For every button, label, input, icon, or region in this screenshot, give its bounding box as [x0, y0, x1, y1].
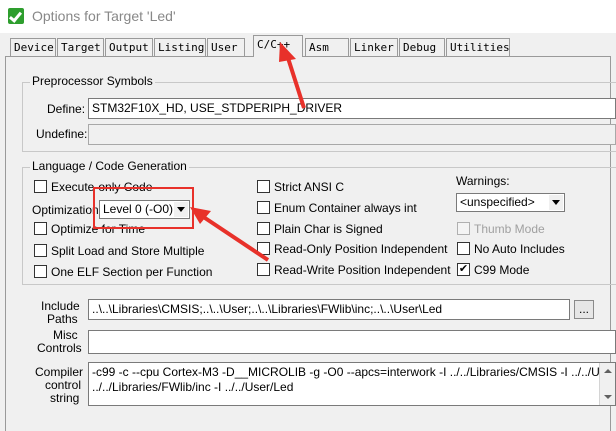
- one-elf-checkbox[interactable]: [34, 265, 47, 278]
- scrollbar[interactable]: [599, 363, 615, 405]
- highlight-box: [93, 187, 194, 229]
- scroll-down-icon[interactable]: [604, 395, 612, 399]
- undefine-label: Undefine:: [36, 127, 88, 141]
- ro-position-independent-checkbox[interactable]: [257, 242, 270, 255]
- keil-app-icon: [8, 8, 24, 24]
- rw-position-independent-checkbox[interactable]: [257, 263, 270, 276]
- plain-char-checkbox[interactable]: [257, 222, 270, 235]
- no-auto-includes-checkbox[interactable]: [457, 242, 470, 255]
- compiler-line-1: -c99 -c --cpu Cortex-M3 -D__MICROLIB -g …: [92, 365, 616, 379]
- include-label-line1: Include: [41, 299, 80, 313]
- split-load-label: Split Load and Store Multiple: [51, 244, 205, 258]
- misc-controls-input[interactable]: [88, 330, 616, 354]
- language-group-label: Language / Code Generation: [30, 159, 189, 173]
- compiler-label-line3: string: [50, 391, 80, 405]
- ro-position-independent-label: Read-Only Position Independent: [274, 242, 448, 256]
- split-load-checkbox[interactable]: [34, 244, 47, 257]
- misc-label-line2: Controls: [37, 341, 82, 355]
- tab-device[interactable]: Device: [10, 38, 56, 56]
- undefine-input[interactable]: [88, 124, 616, 145]
- chevron-down-icon[interactable]: [549, 195, 563, 210]
- window-title: Options for Target 'Led': [32, 8, 176, 24]
- scroll-up-icon[interactable]: [604, 369, 612, 373]
- strict-ansi-checkbox[interactable]: [257, 180, 270, 193]
- tab-output[interactable]: Output: [105, 38, 153, 56]
- c99-mode-checkbox[interactable]: ✔: [457, 263, 470, 276]
- compiler-label-line1: Compiler: [35, 365, 84, 379]
- strict-ansi-label: Strict ANSI C: [274, 180, 345, 194]
- optimization-label: Optimization:: [32, 203, 103, 217]
- warnings-select[interactable]: <unspecified>: [456, 193, 565, 212]
- c99-mode-label: C99 Mode: [474, 263, 530, 277]
- include-label-line2: Paths: [47, 312, 78, 326]
- define-label: Define:: [47, 102, 86, 116]
- title-bar: Options for Target 'Led': [0, 0, 616, 33]
- checkmark-icon: ✔: [458, 263, 469, 275]
- enum-container-checkbox[interactable]: [257, 201, 270, 214]
- rw-position-independent-label: Read-Write Position Independent: [274, 263, 451, 277]
- include-paths-input[interactable]: ..\..\Libraries\CMSIS;..\..\User;..\..\L…: [88, 299, 570, 320]
- execute-only-checkbox[interactable]: [34, 180, 47, 193]
- define-input[interactable]: STM32F10X_HD, USE_STDPERIPH_DRIVER: [88, 98, 616, 119]
- plain-char-label: Plain Char is Signed: [274, 222, 383, 236]
- tab-debug[interactable]: Debug: [399, 38, 445, 56]
- compiler-label-line2: control: [45, 378, 82, 392]
- tab-user[interactable]: User: [207, 38, 245, 56]
- tab-target[interactable]: Target: [57, 38, 104, 56]
- one-elf-label: One ELF Section per Function: [51, 265, 213, 279]
- tab-asm[interactable]: Asm: [305, 38, 349, 56]
- no-auto-includes-label: No Auto Includes: [474, 242, 565, 256]
- tab-linker[interactable]: Linker: [350, 38, 398, 56]
- warnings-value: <unspecified>: [460, 195, 535, 209]
- compiler-control-string[interactable]: -c99 -c --cpu Cortex-M3 -D__MICROLIB -g …: [88, 362, 616, 406]
- include-browse-button[interactable]: ...: [574, 300, 594, 319]
- tab-listing[interactable]: Listing: [154, 38, 206, 56]
- thumb-mode-checkbox: [457, 222, 470, 235]
- optimize-time-checkbox[interactable]: [34, 222, 47, 235]
- preprocessor-group-label: Preprocessor Symbols: [30, 74, 155, 88]
- thumb-mode-label: Thumb Mode: [474, 222, 545, 236]
- enum-container-label: Enum Container always int: [274, 201, 417, 215]
- tab-c-cpp[interactable]: C/C++: [253, 35, 303, 57]
- warnings-label: Warnings:: [456, 174, 510, 188]
- tab-utilities[interactable]: Utilities: [446, 38, 510, 56]
- compiler-line-2: ../../Libraries/FWlib/inc -I ../../User/…: [92, 380, 294, 394]
- misc-label-line1: Misc: [53, 328, 78, 342]
